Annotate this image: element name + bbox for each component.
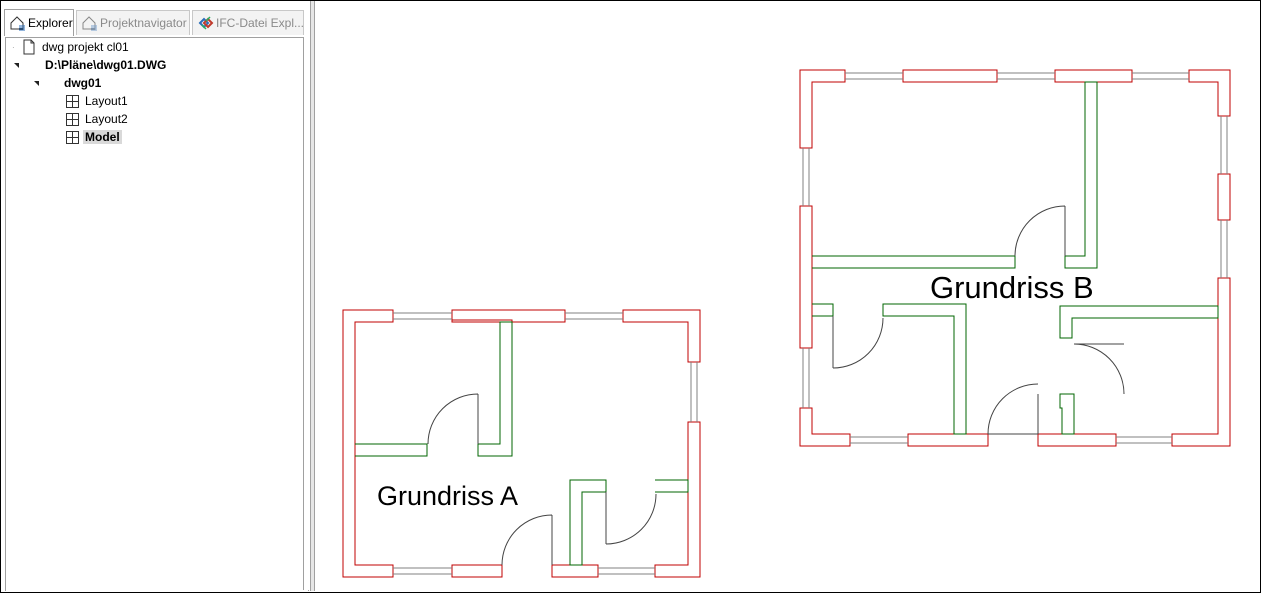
tree-item-model[interactable]: Model <box>66 128 122 146</box>
windows-a <box>393 312 698 575</box>
tab-projektnavigator-label: Projektnavigator <box>100 16 187 30</box>
tree-item-drawing[interactable]: dwg01 <box>34 74 101 92</box>
tree-expander-icon[interactable] <box>14 62 19 68</box>
tree-dot-icon: · <box>12 42 15 52</box>
floor-plan-a-label: Grundriss A <box>377 481 518 511</box>
house-navigator-icon <box>82 16 97 31</box>
layout-icon <box>66 130 79 144</box>
floor-plan-a: Grundriss A <box>342 309 701 578</box>
floor-plan-b-label: Grundriss B <box>930 270 1094 305</box>
tree-expander-icon[interactable] <box>34 80 39 86</box>
explorer-panel: Explorer Projektnavigator IFC-Datei Expl… <box>1 1 311 591</box>
tab-projektnavigator[interactable]: Projektnavigator <box>76 10 190 35</box>
tab-explorer[interactable]: Explorer <box>4 9 74 36</box>
tab-ifc-datei-explorer[interactable]: IFC-Datei Expl... <box>192 10 304 35</box>
inner-walls-a <box>355 321 689 566</box>
tree-item-project-label: dwg projekt cl01 <box>42 40 129 54</box>
layout-icon <box>66 112 79 126</box>
tree-item-model-label: Model <box>83 130 122 144</box>
layout-icon <box>66 94 79 108</box>
panel-tab-bar: Explorer Projektnavigator IFC-Datei Expl… <box>1 1 310 37</box>
tab-explorer-label: Explorer <box>28 16 73 30</box>
house-icon <box>10 16 25 31</box>
tree-item-file[interactable]: D:\Pläne\dwg01.DWG <box>14 56 166 74</box>
document-icon <box>23 39 35 55</box>
doors-b <box>832 205 1125 435</box>
tree-item-project[interactable]: · dwg projekt cl01 <box>12 38 129 56</box>
doors-a <box>427 393 657 566</box>
tree-item-drawing-label: dwg01 <box>64 76 102 90</box>
tree-item-layout2[interactable]: Layout2 <box>66 110 128 128</box>
tree-item-layout2-label: Layout2 <box>85 112 128 126</box>
drawing-canvas[interactable]: Grundriss A Grundriss B <box>315 1 1259 591</box>
ifc-logo-icon <box>198 16 214 30</box>
tree-item-layout1[interactable]: Layout1 <box>66 92 128 110</box>
tree-item-file-label: D:\Pläne\dwg01.DWG <box>45 58 167 72</box>
tree-item-layout1-label: Layout1 <box>85 94 128 108</box>
inner-walls-b <box>812 81 1219 435</box>
explorer-tree: · dwg projekt cl01 D:\Pläne\dwg01.DWG dw… <box>5 37 309 591</box>
cad-drawing: Grundriss A Grundriss B <box>342 69 1231 578</box>
tab-ifc-datei-explorer-label: IFC-Datei Expl... <box>216 16 304 30</box>
floor-plan-b: Grundriss B <box>799 69 1231 447</box>
